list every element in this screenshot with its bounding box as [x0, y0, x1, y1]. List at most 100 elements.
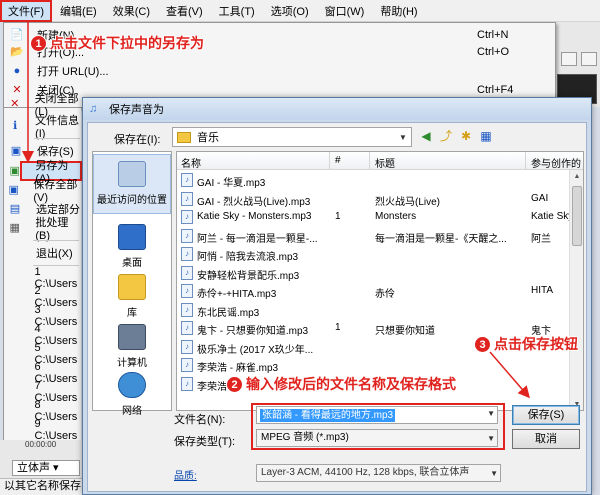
- channel-mode-select[interactable]: 立体声 ▾: [12, 460, 80, 476]
- save-button[interactable]: 保存(S): [512, 405, 580, 425]
- dialog-titlebar[interactable]: ♫ 保存声音为: [83, 98, 591, 120]
- column-name[interactable]: 名称: [181, 155, 201, 170]
- file-artist: Katie Sky: [531, 211, 571, 222]
- file-row[interactable]: ♪ Katie Sky - Monsters.mp3 1 Monsters Katie …: [177, 208, 571, 226]
- library-icon: [118, 274, 146, 300]
- audio-file-icon: ♪: [181, 247, 193, 261]
- close-all-icon: ✕: [10, 97, 20, 110]
- scroll-up-icon[interactable]: ▲: [570, 170, 583, 184]
- audio-file-icon: ♪: [181, 265, 193, 280]
- save-selection-icon: ▤: [9, 202, 21, 215]
- file-title: 烈火战马(Live): [375, 196, 441, 208]
- file-row[interactable]: ♪ 阿悄 - 陪我去流浪.mp3: [177, 245, 571, 263]
- menu-file[interactable]: 文件(F): [0, 0, 53, 22]
- callout-step2: 2 输入修改后的文件名称及保存格式: [226, 374, 456, 394]
- cancel-button[interactable]: 取消: [512, 429, 580, 449]
- audio-file-icon: ♪: [181, 339, 193, 354]
- audio-file-icon: ♪: [181, 376, 193, 391]
- filetype-label: 保存类型(T):: [174, 436, 236, 448]
- menu-separator: [34, 138, 80, 139]
- audio-file-icon: ♪: [181, 228, 193, 243]
- save-in-select[interactable]: 音乐 ▼: [172, 127, 412, 147]
- place-recent[interactable]: 最近访问的位置: [93, 154, 171, 214]
- computer-icon: [118, 324, 146, 350]
- file-title: Monsters: [375, 211, 417, 222]
- open-folder-icon: 📂: [10, 45, 24, 58]
- menu-effects[interactable]: 效果(C): [105, 0, 158, 22]
- callout-text: 点击文件下拉中的另存为: [50, 35, 204, 51]
- menu-item-close-all[interactable]: ✕ 关闭全部(L): [4, 93, 82, 118]
- menu-item-label: 文件信息(I): [35, 114, 80, 140]
- audio-file-icon: ♪: [181, 321, 193, 335]
- column-track[interactable]: #: [335, 155, 341, 166]
- menu-item-exit[interactable]: 退出(X): [3, 243, 81, 262]
- menu-item-open-url[interactable]: ● 打开 URL(U)...: [4, 61, 557, 80]
- place-label: 最近访问的位置: [97, 195, 167, 206]
- audio-file-icon: ♪: [181, 173, 193, 187]
- file-name: Katie Sky - Monsters.mp3: [197, 211, 312, 222]
- file-list: 名称 # 标题 参与创作的 ♪ GAI - 华夏.mp3 ♪ GAI - 烈火战马(L…: [176, 151, 584, 411]
- menu-item-label: 退出(X): [36, 247, 73, 260]
- app-toolbar-fragment: [555, 22, 600, 107]
- file-name: 阿兰 - 每一滴泪是一颗星-...: [197, 233, 318, 245]
- new-folder-icon[interactable]: ✱: [458, 128, 474, 144]
- menu-view[interactable]: 查看(V): [158, 0, 211, 22]
- column-artist[interactable]: 参与创作的: [531, 155, 581, 170]
- menubar: 文件(F) 编辑(E) 效果(C) 查看(V) 工具(T) 选项(O) 窗口(W…: [0, 0, 600, 22]
- save-all-icon: ▣: [8, 183, 19, 196]
- file-row[interactable]: ♪ 李荣浩 - 麻雀.mp3: [177, 356, 571, 374]
- file-row[interactable]: ♪ 阿兰 - 每一滴泪是一颗星-... 每一滴泪是一颗星-《天醒之... 阿兰: [177, 227, 571, 245]
- callout-step3: 3 点击保存按钮: [474, 334, 578, 354]
- file-row[interactable]: ♪ 安静轻松背景配乐.mp3: [177, 264, 571, 282]
- back-icon[interactable]: ◀: [418, 128, 434, 144]
- file-row[interactable]: ♪ GAI - 华夏.mp3: [177, 171, 571, 189]
- file-name: GAI - 华夏.mp3: [197, 178, 266, 189]
- menu-item-file-info[interactable]: ℹ 文件信息(I): [4, 115, 82, 140]
- scroll-thumb[interactable]: [572, 186, 582, 246]
- menu-item-label: 批处理(B): [35, 216, 69, 242]
- folder-icon: [177, 131, 191, 143]
- file-artist: GAI: [531, 192, 549, 204]
- file-artist: 阿兰: [531, 233, 551, 245]
- column-title[interactable]: 标题: [375, 155, 395, 170]
- chevron-down-icon: ▼: [490, 469, 498, 478]
- file-name: 鬼卞 - 只想要你知道.mp3: [197, 326, 309, 337]
- dialog-body: 保存在(I): 音乐 ▼ ◀ ⤴ ✱ ▦ 最近访问的位置 桌面 库 计算机 网络…: [87, 122, 587, 492]
- quality-select[interactable]: Layer-3 ACM, 44100 Hz, 128 kbps, 联合立体声 ▼: [256, 464, 501, 482]
- toolbar-button[interactable]: [561, 52, 577, 66]
- file-title: 赤伶: [375, 289, 395, 300]
- file-row[interactable]: ♪ 赤伶+-+HITA.mp3 赤伶 HITA: [177, 282, 571, 300]
- file-name: 安静轻松背景配乐.mp3: [197, 270, 300, 282]
- file-row[interactable]: ♪ GAI - 烈火战马(Live).mp3 烈火战马(Live) GAI: [177, 190, 571, 208]
- batch-icon: ▦: [9, 221, 20, 234]
- menu-options[interactable]: 选项(O): [263, 0, 317, 22]
- file-row[interactable]: ♪ 东北民谣.mp3: [177, 301, 571, 319]
- up-folder-icon[interactable]: ⤴: [438, 128, 454, 144]
- file-artist: HITA: [531, 285, 554, 296]
- view-menu-icon[interactable]: ▦: [478, 128, 494, 144]
- audio-file-icon: ♪: [181, 284, 193, 298]
- channel-mode-value: 立体声: [17, 462, 50, 474]
- file-menu-lower: ▣ 另存为(A) ▣ 保存全部(V) ▤ 选定部分 ▦ 批处理(B) 退出(X)…: [3, 160, 81, 442]
- menu-window[interactable]: 窗口(W): [317, 0, 373, 22]
- recent-file-item[interactable]: 9 C:\Users: [3, 418, 81, 442]
- menu-item-batch[interactable]: ▦ 批处理(B): [3, 217, 81, 242]
- place-label: 库: [127, 308, 137, 319]
- file-name: 阿悄 - 陪我去流浪.mp3: [197, 252, 299, 263]
- audio-file-icon: ♪: [181, 210, 193, 224]
- place-network[interactable]: 网络: [93, 366, 171, 426]
- dialog-title: 保存声音为: [109, 104, 164, 116]
- menu-edit[interactable]: 编辑(E): [52, 0, 105, 22]
- menu-tools[interactable]: 工具(T): [211, 0, 263, 22]
- file-num: 1: [335, 322, 341, 333]
- globe-icon: ●: [13, 64, 21, 77]
- file-list-scrollbar[interactable]: ▲ ▼: [569, 170, 583, 410]
- quality-link[interactable]: 品质:: [174, 467, 197, 482]
- toolbar-button[interactable]: [581, 52, 597, 66]
- menu-help[interactable]: 帮助(H): [372, 0, 425, 22]
- save-as-icon: ▣: [9, 164, 20, 177]
- menu-item-shortcut: Ctrl+F4: [477, 83, 514, 96]
- menu-item-save-all[interactable]: ▣ 保存全部(V): [3, 179, 81, 204]
- menu-item-shortcut: Ctrl+O: [477, 45, 510, 58]
- file-name: GAI - 烈火战马(Live).mp3: [197, 196, 311, 208]
